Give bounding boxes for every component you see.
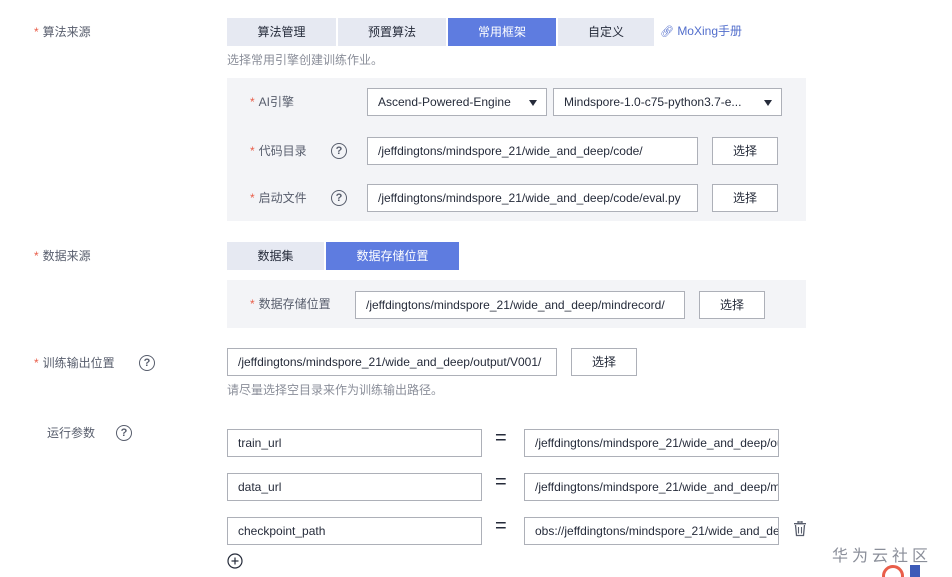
equals-sign: =	[495, 471, 507, 493]
ai-engine-label: * AI引擎	[250, 95, 295, 109]
tab-data-storage-location[interactable]: 数据存储位置	[326, 242, 459, 270]
equals-sign: =	[495, 515, 507, 537]
help-icon[interactable]: ?	[331, 143, 347, 159]
boot-file-select-button[interactable]: 选择	[712, 184, 778, 212]
help-icon[interactable]: ?	[116, 425, 132, 441]
data-source-label: * 数据来源	[34, 249, 91, 263]
data-storage-input[interactable]: /jeffdingtons/mindspore_21/wide_and_deep…	[355, 291, 685, 319]
run-params-label: 运行参数	[47, 426, 96, 440]
code-dir-input[interactable]: /jeffdingtons/mindspore_21/wide_and_deep…	[367, 137, 698, 165]
tab-dataset[interactable]: 数据集	[227, 242, 324, 270]
help-icon[interactable]: ?	[331, 190, 347, 206]
delete-icon[interactable]	[793, 520, 807, 537]
tab-algorithm-management[interactable]: 算法管理	[227, 18, 336, 46]
add-param-icon[interactable]	[227, 553, 243, 569]
param-key-input[interactable]: train_url	[227, 429, 482, 457]
chevron-down-icon	[764, 100, 772, 106]
output-hint: 请尽量选择空目录来作为训练输出路径。	[227, 383, 444, 397]
param-value-input[interactable]: /jeffdingtons/mindspore_21/wide_and_deep…	[524, 473, 779, 501]
chevron-down-icon	[529, 100, 537, 106]
data-storage-select-button[interactable]: 选择	[699, 291, 765, 319]
equals-sign: =	[495, 427, 507, 449]
algorithm-source-hint: 选择常用引擎创建训练作业。	[227, 53, 384, 67]
code-dir-label: * 代码目录	[250, 144, 307, 158]
ai-engine-select[interactable]: Ascend-Powered-Engine	[367, 88, 547, 116]
code-dir-select-button[interactable]: 选择	[712, 137, 778, 165]
tab-custom[interactable]: 自定义	[558, 18, 654, 46]
tab-preset-algorithm[interactable]: 预置算法	[338, 18, 446, 46]
required-mark: *	[34, 25, 39, 39]
param-value-input[interactable]: /jeffdingtons/mindspore_21/wide_and_deep…	[524, 429, 779, 457]
help-icon[interactable]: ?	[139, 355, 155, 371]
link-icon: 🔗︎	[660, 26, 674, 38]
output-location-label: * 训练输出位置	[34, 356, 115, 370]
data-storage-label: * 数据存储位置	[250, 297, 331, 311]
param-value-input[interactable]: obs://jeffdingtons/mindspore_21/wide_and…	[524, 517, 779, 545]
moxing-manual-link[interactable]: 🔗︎ MoXing手册	[660, 22, 742, 41]
param-key-input[interactable]: checkpoint_path	[227, 517, 482, 545]
output-select-button[interactable]: 选择	[571, 348, 637, 376]
engine-version-select[interactable]: Mindspore-1.0-c75-python3.7-e...	[553, 88, 782, 116]
output-location-input[interactable]: /jeffdingtons/mindspore_21/wide_and_deep…	[227, 348, 557, 376]
logo-fragment	[882, 563, 952, 577]
tab-common-framework[interactable]: 常用框架	[448, 18, 556, 46]
param-key-input[interactable]: data_url	[227, 473, 482, 501]
algorithm-source-label: * 算法来源	[34, 25, 91, 39]
boot-file-input[interactable]: /jeffdingtons/mindspore_21/wide_and_deep…	[367, 184, 698, 212]
boot-file-label: * 启动文件	[250, 191, 307, 205]
